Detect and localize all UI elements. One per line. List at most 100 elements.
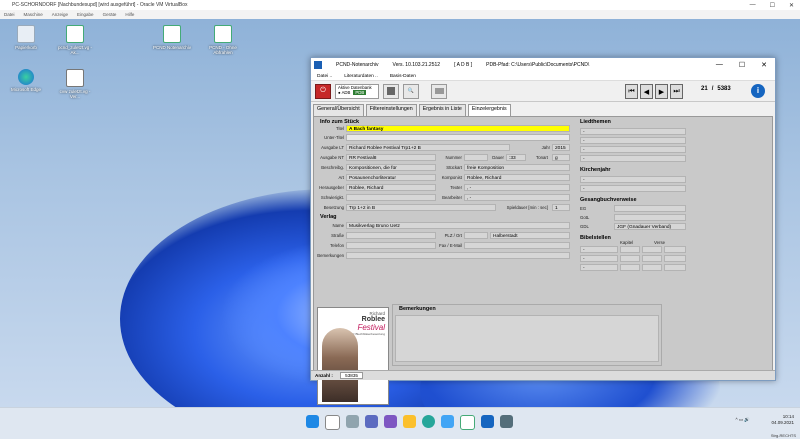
schwierig-field[interactable] [346, 194, 436, 201]
desktop-icon-pcnd-notenarchiv[interactable]: PCND Notenarchiv [152, 25, 192, 50]
chat-button[interactable] [384, 415, 397, 428]
texter-field[interactable]: , - [464, 184, 570, 191]
desktop-icon-pcnd-ohne[interactable]: PCND - Ohne Abfrahlen [203, 25, 243, 55]
kirchenjahr-row[interactable]: - [580, 185, 686, 192]
pcnd-icon [66, 25, 84, 43]
bibel-verse-cell[interactable] [642, 264, 662, 271]
store-button[interactable] [441, 415, 454, 428]
print-button[interactable] [431, 83, 447, 99]
desktop-icon-recycle-bin[interactable]: Papierkorb [6, 25, 46, 50]
liedthema-row[interactable]: - [580, 146, 686, 153]
db-radio-pdb[interactable]: PDB [353, 89, 367, 95]
explorer-button[interactable] [403, 415, 416, 428]
spieldauer-field[interactable]: 1 [552, 204, 570, 211]
menu-basis-daten[interactable]: Basis-Daten [390, 74, 416, 79]
save-button[interactable] [383, 83, 399, 99]
search-taskbar-button[interactable] [325, 415, 340, 430]
tray-icons[interactable]: ^ ▭ 🔊 [735, 417, 750, 423]
pcnd-taskbar-button[interactable] [460, 415, 475, 430]
maximize-icon[interactable]: ☐ [739, 61, 745, 69]
clock[interactable]: 10:14 04.09.2021 [771, 414, 794, 426]
maximize-icon[interactable]: ☐ [770, 2, 775, 9]
bibel-kapitel-header: Kapitel [620, 240, 634, 245]
bibel-verse-cell[interactable] [664, 264, 686, 271]
db-radio-adb[interactable]: ● ADB [338, 90, 350, 95]
vbox-menu-eingabe[interactable]: Eingabe [77, 12, 94, 17]
jahr-field[interactable]: 2015 [552, 144, 570, 151]
ausgabe-nt-field[interactable]: RR Festival8 [346, 154, 436, 161]
prev-record-button[interactable]: ◀ [640, 84, 653, 99]
next-record-button[interactable]: ▶ [655, 84, 668, 99]
ausgabe-lt-field[interactable]: Richard Roblee Festival Trp1+2 B [346, 144, 510, 151]
bibel-row[interactable]: - [580, 246, 618, 253]
nummer-field[interactable] [464, 154, 488, 161]
bibel-row[interactable]: - [580, 255, 618, 262]
herausgeber-field[interactable]: Roblee, Richard [346, 184, 436, 191]
start-button[interactable] [306, 415, 319, 428]
close-icon[interactable]: ✕ [761, 61, 767, 69]
tab-result-list[interactable]: Ergebnis in Liste [418, 104, 466, 116]
minimize-icon[interactable]: — [716, 61, 723, 69]
bibel-row[interactable]: - [580, 264, 618, 271]
gesang-eg-field[interactable] [614, 205, 686, 212]
menu-datei[interactable]: Datei .. [317, 74, 332, 79]
gesang-gotl-field[interactable] [614, 214, 686, 221]
search-button[interactable]: 🔍 [403, 83, 419, 99]
komponist-field[interactable]: Roblee, Richard [464, 174, 570, 181]
besetzung-field[interactable]: Trp 1+2 in B [346, 204, 496, 211]
verlag-ort-field[interactable]: Halberstadt [490, 232, 570, 239]
bibel-kapitel-cell[interactable] [620, 264, 640, 271]
app2-taskbar-button[interactable] [500, 415, 513, 428]
info-button[interactable]: i [751, 84, 765, 98]
task-view-button[interactable] [346, 415, 359, 428]
vbox-menu-hilfe[interactable]: Hilfe [125, 12, 134, 17]
verlag-telefon-field[interactable] [346, 242, 436, 249]
bibel-kapitel-cell[interactable] [620, 246, 640, 253]
liedthema-row[interactable]: - [580, 137, 686, 144]
bibel-verse-cell[interactable] [664, 255, 686, 262]
verlag-name-field[interactable]: Musikverlag Bruno Uetz [346, 222, 570, 229]
untertitel-field[interactable] [346, 134, 570, 141]
desktop-icon-cvw[interactable]: cvw zuletzt.vg - Ver... [55, 69, 95, 99]
stueckart-field[interactable]: freie Komposition [464, 164, 570, 171]
desktop-icon-edge[interactable]: Microsoft Edge [6, 69, 46, 92]
art-field[interactable]: Posaunenchorliteratur [346, 174, 436, 181]
app-taskbar-button[interactable] [481, 415, 494, 428]
verlag-plz-field[interactable] [464, 232, 488, 239]
exit-button[interactable]: ⏻ [315, 83, 331, 99]
beschreibung-field[interactable]: Kompositionen, die für [346, 164, 436, 171]
last-record-button[interactable]: ⏭ [670, 84, 683, 99]
verlag-bemerkungen-field[interactable] [346, 252, 570, 259]
bibel-verse-cell[interactable] [664, 246, 686, 253]
menu-literaturdaten[interactable]: Literaturdaten .. [344, 74, 378, 79]
tonart-field[interactable]: g [552, 154, 570, 161]
titel-field[interactable]: A Bach fantasy [346, 125, 570, 132]
dauer-field[interactable]: :33 [506, 154, 526, 161]
liedthema-row[interactable]: - [580, 128, 686, 135]
tab-single-result[interactable]: Einzelergebnis [467, 104, 511, 116]
bibel-verse-cell[interactable] [642, 255, 662, 262]
liedthema-row[interactable]: - [580, 155, 686, 162]
desktop-icon-pcnd-shortcut[interactable]: pcnd_zuletzt.vg - Ak... [55, 25, 95, 55]
bearbeiter-field[interactable]: , - [464, 194, 570, 201]
bibel-kapitel-cell[interactable] [620, 255, 640, 262]
bibel-verse-cell[interactable] [642, 246, 662, 253]
gesang-gdl-field[interactable]: JGF (Gnadauer Verband) [614, 223, 686, 230]
host-key-label: Strg-RECHTS [770, 433, 796, 438]
stueckart-label: Stückart [446, 165, 462, 170]
vbox-menu-anzeige[interactable]: Anzeige [52, 12, 68, 17]
tab-general[interactable]: General/Übersicht [313, 104, 364, 116]
kirchenjahr-row[interactable]: - [580, 176, 686, 183]
vbox-menu-geraete[interactable]: Geräte [103, 12, 117, 17]
verlag-fax-field[interactable] [464, 242, 570, 249]
vbox-menu-datei[interactable]: Datei [4, 12, 15, 17]
vbox-menu-maschine[interactable]: Maschine [24, 12, 43, 17]
close-icon[interactable]: ✕ [789, 2, 794, 9]
bemerkungen-field[interactable] [395, 315, 659, 362]
tab-filter[interactable]: Filtereinstellungen [365, 104, 417, 116]
widgets-button[interactable] [365, 415, 378, 428]
first-record-button[interactable]: ⏮ [625, 84, 638, 99]
minimize-icon[interactable]: — [750, 2, 756, 9]
edge-taskbar-button[interactable] [422, 415, 435, 428]
verlag-strasse-field[interactable] [346, 232, 436, 239]
